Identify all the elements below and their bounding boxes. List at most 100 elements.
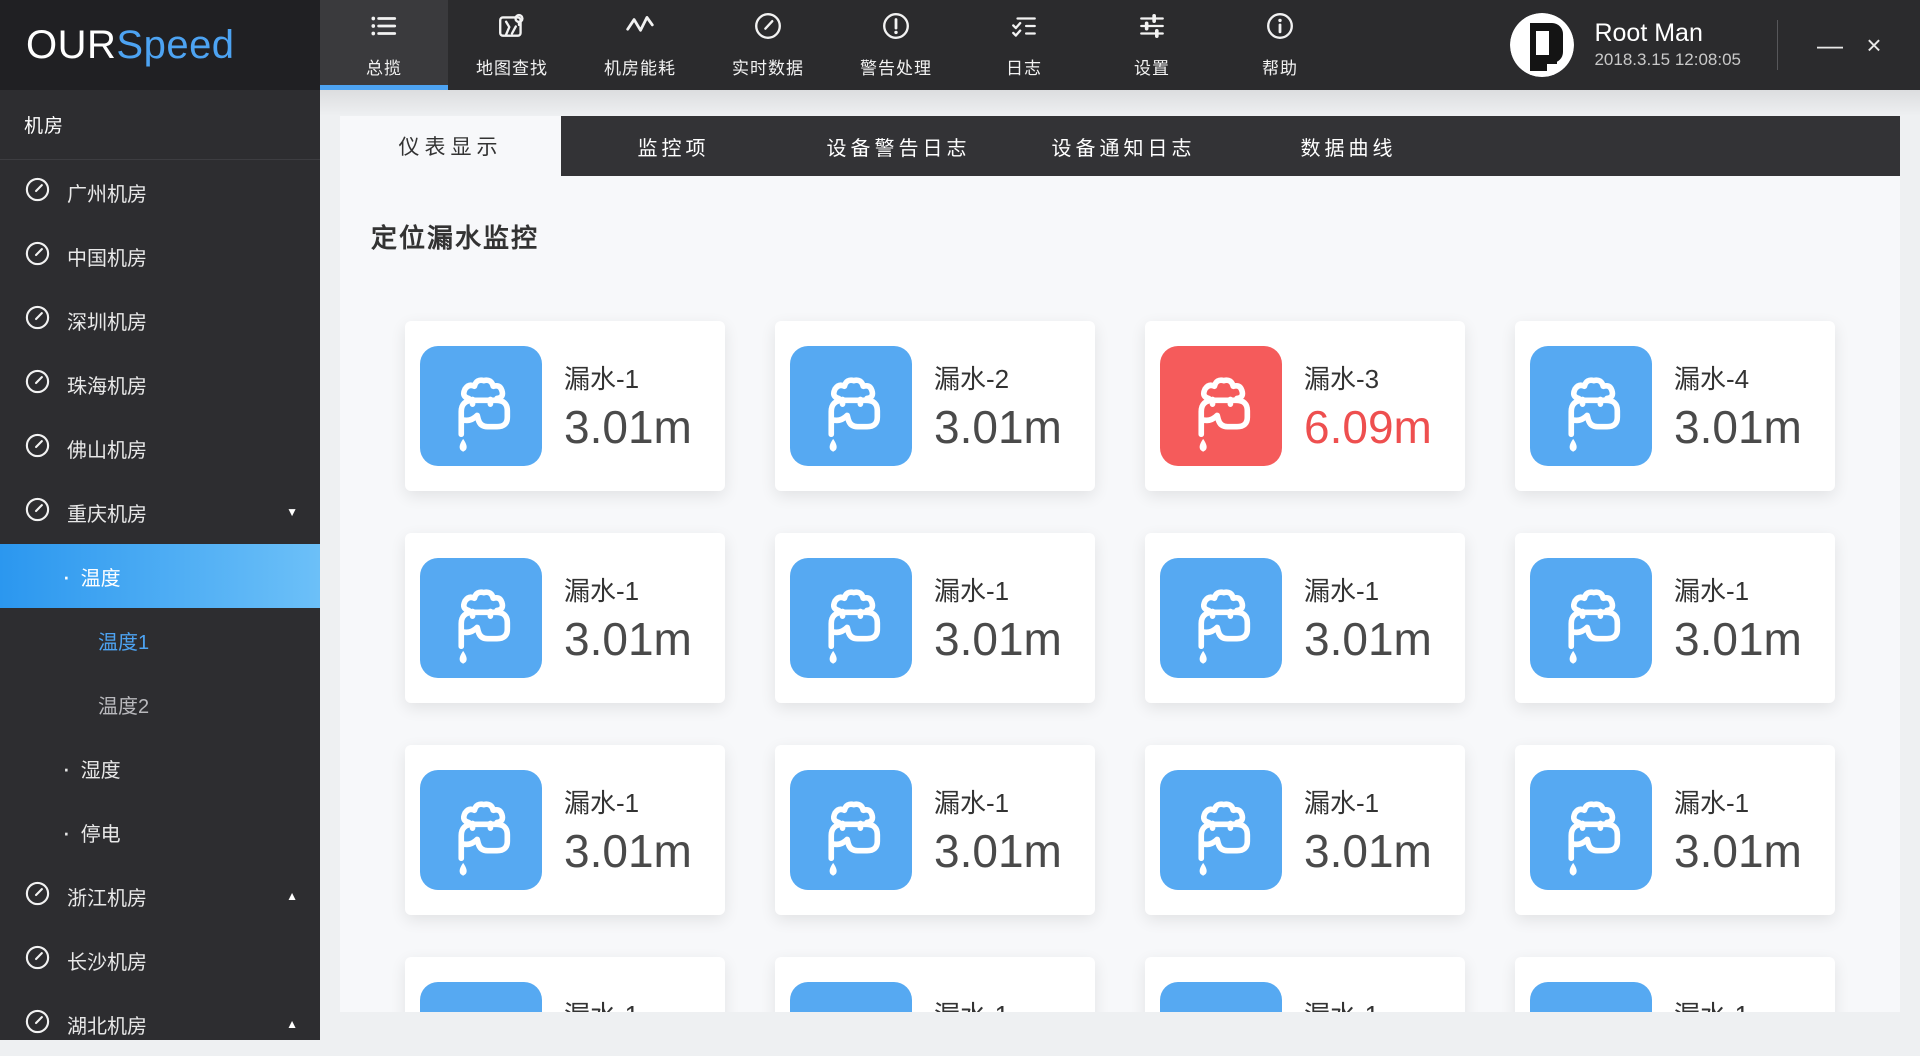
sidebar-item-zhejiang[interactable]: 浙江机房 ▲ (0, 864, 320, 928)
sensor-card[interactable]: 漏水-1 3.01m (1515, 745, 1835, 915)
tab-bar: 仪表显示 监控项 设备警告日志 设备通知日志 数据曲线 (340, 116, 1900, 176)
sidebar-item-humidity[interactable]: · 湿度 (0, 736, 320, 800)
nav-item-logs[interactable]: 日志 (960, 0, 1088, 90)
nav-label: 帮助 (1262, 59, 1298, 78)
nav-item-overview[interactable]: 总揽 (320, 0, 448, 90)
nav-item-alerts[interactable]: 警告处理 (832, 0, 960, 90)
sensor-card[interactable]: 漏水-1 3.01m (405, 533, 725, 703)
bullet-icon: · (62, 561, 71, 591)
tab-data-curve[interactable]: 数据曲线 (1236, 116, 1461, 176)
user-text: Root Man 2018.3.15 12:08:05 (1594, 18, 1741, 72)
energy-pulse-icon (625, 11, 655, 46)
sensor-card[interactable]: 漏水-1 3.01m (405, 745, 725, 915)
sidebar-item-temperature1[interactable]: 温度1 (0, 608, 320, 672)
main-content: 仪表显示 监控项 设备警告日志 设备通知日志 数据曲线 定位漏水监控 漏水-1 … (320, 90, 1920, 1040)
tab-bar-dark: 监控项 设备警告日志 设备通知日志 数据曲线 (561, 116, 1900, 176)
gauge-icon (24, 304, 51, 337)
sidebar-item-chongqing[interactable]: 重庆机房 ▼ (0, 480, 320, 544)
sensor-card[interactable]: 漏水-2 3.01m (775, 321, 1095, 491)
settings-sliders-icon (1137, 11, 1167, 46)
sensor-card[interactable]: 漏水-1 3.01m (405, 957, 725, 1012)
card-text: 漏水-2 3.01m (934, 359, 1062, 454)
sensor-card[interactable]: 漏水-1 3.01m (1145, 533, 1465, 703)
sidebar-header: 机房 (0, 90, 320, 160)
card-text: 漏水-3 6.09m (1304, 359, 1432, 454)
sensor-label: 漏水-1 (934, 995, 1062, 1013)
sensor-value: 6.09m (1304, 400, 1432, 453)
card-text: 漏水-1 3.01m (564, 995, 692, 1013)
minimize-button[interactable]: — (1808, 0, 1852, 90)
sidebar: 机房 广州机房 中国机房 深圳机房 珠海机房 佛山机房 重庆机房 ▼ · 温度 … (0, 90, 320, 1040)
sensor-label: 漏水-4 (1674, 363, 1750, 394)
sensor-card[interactable]: 漏水-4 3.01m (1515, 321, 1835, 491)
sensor-label: 漏水-1 (1674, 787, 1750, 818)
user-name: Root Man (1594, 19, 1703, 47)
nav-item-energy[interactable]: 机房能耗 (576, 0, 704, 90)
sidebar-item-temperature[interactable]: · 温度 (0, 544, 320, 608)
sidebar-item-label: 湖北机房 (67, 1015, 147, 1038)
gauge-icon (24, 176, 51, 209)
sidebar-item-guangzhou[interactable]: 广州机房 (0, 160, 320, 224)
sidebar-item-hubei[interactable]: 湖北机房 ▲ (0, 992, 320, 1056)
faucet-icon (1530, 346, 1652, 466)
app-logo: OUR Speed (0, 0, 320, 90)
nav-item-settings[interactable]: 设置 (1088, 0, 1216, 90)
gauge-icon (24, 496, 51, 529)
tab-device-alert-log[interactable]: 设备警告日志 (786, 116, 1011, 176)
sensor-value: 3.01m (1304, 612, 1432, 665)
tab-device-notice-log[interactable]: 设备通知日志 (1011, 116, 1236, 176)
faucet-icon (790, 346, 912, 466)
map-search-icon (497, 11, 527, 46)
gauge-icon (24, 368, 51, 401)
sensor-card[interactable]: 漏水-1 3.01m (775, 533, 1095, 703)
sensor-card[interactable]: 漏水-1 3.01m (1515, 957, 1835, 1012)
caret-down-icon[interactable]: ▼ (286, 505, 298, 519)
sensor-card[interactable]: 漏水-1 3.01m (1515, 533, 1835, 703)
sensor-card[interactable]: 漏水-1 3.01m (1145, 957, 1465, 1012)
topbar-shadow (320, 90, 1920, 116)
sensor-card[interactable]: 漏水-1 3.01m (775, 957, 1095, 1012)
logo-text-speed: Speed (116, 22, 235, 67)
caret-up-icon[interactable]: ▲ (286, 889, 298, 903)
sidebar-item-power-outage[interactable]: · 停电 (0, 800, 320, 864)
tab-gauge-display[interactable]: 仪表显示 (340, 116, 561, 176)
sensor-card[interactable]: 漏水-1 3.01m (775, 745, 1095, 915)
sidebar-item-zhongguo[interactable]: 中国机房 (0, 224, 320, 288)
card-text: 漏水-1 3.01m (934, 571, 1062, 666)
sidebar-item-label: 中国机房 (67, 247, 147, 270)
nav-item-realtime[interactable]: 实时数据 (704, 0, 832, 90)
avatar[interactable] (1510, 13, 1575, 77)
sensor-card[interactable]: 漏水-1 3.01m (1145, 745, 1465, 915)
close-button[interactable]: × (1852, 0, 1896, 90)
caret-up-icon[interactable]: ▲ (286, 1017, 298, 1031)
sidebar-item-shenzhen[interactable]: 深圳机房 (0, 288, 320, 352)
sidebar-item-label: 温度1 (98, 631, 150, 654)
top-bar: OUR Speed 总揽 地图查找 机房能耗 实时数据 警告处理 日志 设置 帮… (0, 0, 1920, 90)
sidebar-item-zhuhai[interactable]: 珠海机房 (0, 352, 320, 416)
section-title: 定位漏水监控 (371, 223, 540, 253)
faucet-icon (420, 346, 542, 466)
card-text: 漏水-1 3.01m (934, 995, 1062, 1013)
card-text: 漏水-1 3.01m (1674, 783, 1802, 878)
sensor-card[interactable]: 漏水-1 3.01m (405, 321, 725, 491)
sensor-card-alarm[interactable]: 漏水-3 6.09m (1145, 321, 1465, 491)
sidebar-item-changsha[interactable]: 长沙机房 (0, 928, 320, 992)
card-text: 漏水-4 3.01m (1674, 359, 1802, 454)
nav-item-help[interactable]: 帮助 (1216, 0, 1344, 90)
sensor-label: 漏水-1 (564, 575, 640, 606)
sensor-value: 3.01m (934, 612, 1062, 665)
sidebar-item-label: 重庆机房 (67, 503, 147, 526)
nav-label: 设置 (1134, 59, 1170, 78)
avatar-logo-icon (1510, 13, 1575, 77)
gauge-icon (24, 880, 51, 913)
nav-item-map-search[interactable]: 地图查找 (448, 0, 576, 90)
sensor-label: 漏水-1 (1674, 995, 1802, 1013)
datetime: 2018.3.15 12:08:05 (1594, 50, 1741, 69)
sidebar-item-label: 佛山机房 (67, 439, 147, 462)
tab-monitor-items[interactable]: 监控项 (561, 116, 786, 176)
sidebar-item-foshan[interactable]: 佛山机房 (0, 416, 320, 480)
sidebar-item-label: 长沙机房 (67, 951, 147, 974)
nav-label: 总揽 (366, 59, 402, 78)
sensor-label: 漏水-1 (564, 787, 640, 818)
sidebar-item-temperature2[interactable]: 温度2 (0, 672, 320, 736)
